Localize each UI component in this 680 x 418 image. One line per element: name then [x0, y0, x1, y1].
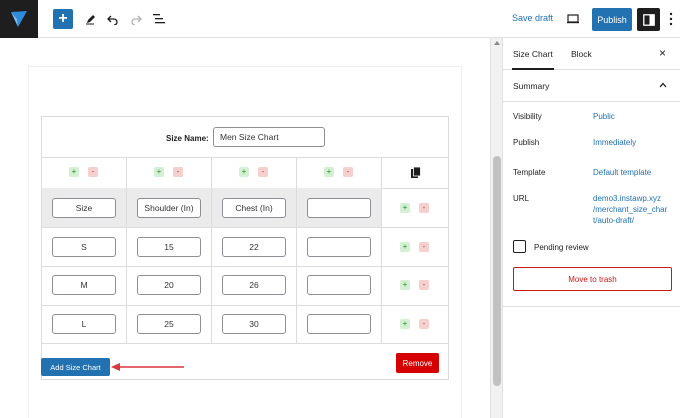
- document-overview-icon[interactable]: [152, 9, 166, 29]
- remove-row-button[interactable]: -: [419, 280, 429, 290]
- add-column-button[interactable]: +: [154, 167, 164, 177]
- table-cell[interactable]: S: [52, 237, 116, 257]
- tab-size-chart[interactable]: Size Chart: [512, 49, 554, 70]
- visibility-label: Visibility: [513, 112, 542, 121]
- save-draft-button[interactable]: Save draft: [512, 13, 553, 23]
- summary-title: Summary: [513, 81, 550, 91]
- pending-review-label[interactable]: Pending review: [534, 243, 589, 252]
- table-cell[interactable]: 26: [222, 275, 286, 295]
- table-cell[interactable]: L: [52, 314, 116, 334]
- visibility-value[interactable]: Public: [593, 111, 615, 122]
- size-name-label: Size Name:: [166, 134, 209, 143]
- close-icon[interactable]: ×: [659, 46, 666, 60]
- divider: [42, 227, 448, 228]
- divider: [126, 157, 127, 343]
- size-name-input[interactable]: Men Size Chart: [213, 127, 325, 147]
- pen-icon[interactable]: [84, 9, 98, 29]
- move-to-trash-button[interactable]: Move to trash: [513, 267, 672, 291]
- table-cell[interactable]: [307, 237, 371, 257]
- divider: [42, 266, 448, 267]
- redo-icon[interactable]: [129, 9, 143, 29]
- table-header-cell[interactable]: Size: [52, 198, 116, 218]
- undo-icon[interactable]: [106, 9, 120, 29]
- add-size-chart-button[interactable]: Add Size Chart: [41, 358, 110, 376]
- remove-column-button[interactable]: -: [258, 167, 268, 177]
- url-value[interactable]: demo3.instawp.xyz /merchant_size_char t/…: [593, 193, 667, 226]
- publish-value[interactable]: Immediately: [593, 137, 636, 148]
- table-header-cell[interactable]: Chest (In): [222, 198, 286, 218]
- site-logo[interactable]: [0, 0, 38, 38]
- sidebar-tabs: Size Chart Block ×: [503, 38, 680, 70]
- tab-block[interactable]: Block: [571, 49, 592, 59]
- table-header-cell[interactable]: [307, 198, 371, 218]
- template-label: Template: [513, 168, 546, 177]
- settings-sidebar: Size Chart Block × Summary Visibility Pu…: [502, 38, 680, 418]
- editor-toolbar: + Save draft Publish: [0, 0, 680, 38]
- add-row-button[interactable]: +: [400, 242, 410, 252]
- divider: [503, 306, 680, 307]
- editor-canvas: Size Name: Men Size Chart + - + - + - + …: [0, 38, 490, 418]
- scroll-up-icon[interactable]: [494, 41, 500, 45]
- add-row-button[interactable]: +: [400, 319, 410, 329]
- copy-icon[interactable]: [411, 167, 421, 178]
- table-header-cell[interactable]: Shoulder (In): [137, 198, 201, 218]
- url-line: /merchant_size_char: [593, 205, 668, 214]
- annotation-arrow: [111, 363, 184, 371]
- table-cell[interactable]: 25: [137, 314, 201, 334]
- divider: [381, 157, 382, 343]
- remove-chart-button[interactable]: Remove: [396, 353, 439, 373]
- pending-review-checkbox[interactable]: [513, 240, 526, 253]
- add-column-button[interactable]: +: [324, 167, 334, 177]
- remove-row-button[interactable]: -: [419, 319, 429, 329]
- editor-scrollbar[interactable]: [490, 38, 502, 418]
- remove-row-button[interactable]: -: [419, 242, 429, 252]
- add-column-button[interactable]: +: [239, 167, 249, 177]
- scroll-thumb[interactable]: [493, 156, 501, 386]
- table-cell[interactable]: 20: [137, 275, 201, 295]
- table-cell[interactable]: M: [52, 275, 116, 295]
- preview-desktop-icon[interactable]: [566, 9, 580, 29]
- table-cell[interactable]: 30: [222, 314, 286, 334]
- url-line: demo3.instawp.xyz: [593, 194, 662, 203]
- add-column-button[interactable]: +: [69, 167, 79, 177]
- table-cell[interactable]: [307, 275, 371, 295]
- more-options-icon[interactable]: [668, 12, 674, 26]
- table-cell[interactable]: 22: [222, 237, 286, 257]
- url-line: t/auto-draft/: [593, 216, 634, 225]
- divider: [296, 157, 297, 343]
- add-block-button[interactable]: +: [53, 9, 73, 29]
- divider: [42, 343, 448, 344]
- settings-sidebar-toggle[interactable]: [637, 8, 660, 31]
- chevron-up-icon[interactable]: [659, 82, 667, 88]
- remove-column-button[interactable]: -: [88, 167, 98, 177]
- add-row-button[interactable]: +: [400, 280, 410, 290]
- sidebar-icon: [642, 13, 655, 26]
- size-chart-table: Size Name: Men Size Chart + - + - + - + …: [41, 116, 449, 380]
- divider: [42, 305, 448, 306]
- remove-column-button[interactable]: -: [343, 167, 353, 177]
- remove-column-button[interactable]: -: [173, 167, 183, 177]
- table-cell[interactable]: [307, 314, 371, 334]
- add-row-button[interactable]: +: [400, 203, 410, 213]
- publish-button[interactable]: Publish: [592, 8, 632, 31]
- url-label: URL: [513, 194, 530, 203]
- summary-panel-header[interactable]: Summary: [503, 70, 680, 102]
- publish-label: Publish: [513, 138, 540, 147]
- logo-icon: [11, 11, 27, 27]
- divider: [42, 157, 448, 158]
- table-cell[interactable]: 15: [137, 237, 201, 257]
- template-value[interactable]: Default template: [593, 167, 651, 178]
- divider: [211, 157, 212, 343]
- remove-row-button[interactable]: -: [419, 203, 429, 213]
